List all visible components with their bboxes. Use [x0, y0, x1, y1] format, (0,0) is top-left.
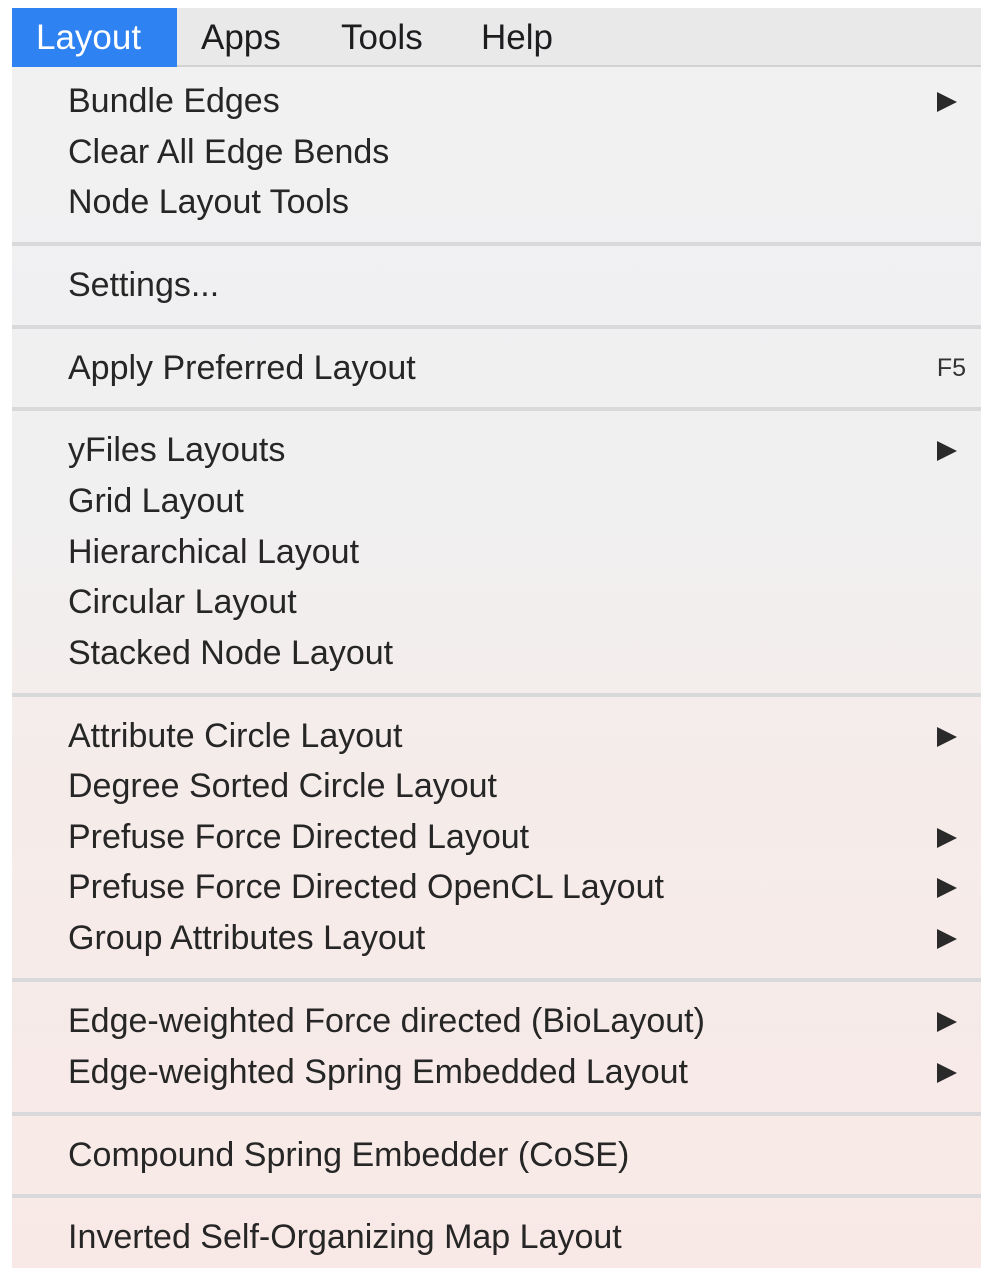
- menu-item-hierarchical-layout[interactable]: Hierarchical Layout: [12, 527, 981, 578]
- menu-item-label: Inverted Self-Organizing Map Layout: [68, 1218, 622, 1256]
- menu-item-label: Settings...: [68, 266, 220, 304]
- menu-item-label: Group Attributes Layout: [68, 919, 426, 957]
- menu-item-prefuse-force-directed-opencl-layout[interactable]: Prefuse Force Directed OpenCL Layout: [12, 862, 981, 913]
- menu-bar: Layout Apps Tools Help: [12, 8, 981, 67]
- submenu-arrow-icon: [937, 929, 957, 949]
- menu-item-label: Compound Spring Embedder (CoSE): [68, 1136, 630, 1174]
- menu-item-inverted-self-organizing-map[interactable]: Inverted Self-Organizing Map Layout: [12, 1212, 981, 1263]
- menu-item-clear-all-edge-bends[interactable]: Clear All Edge Bends: [12, 127, 981, 178]
- submenu-arrow-icon: [937, 878, 957, 898]
- menu-item-attribute-circle-layout[interactable]: Attribute Circle Layout: [12, 711, 981, 762]
- menu-separator: [12, 1194, 981, 1198]
- menu-item-label: Bundle Edges: [68, 82, 280, 120]
- menu-item-prefuse-force-directed-layout[interactable]: Prefuse Force Directed Layout: [12, 812, 981, 863]
- menu-item-label: Attribute Circle Layout: [68, 717, 403, 755]
- menu-item-settings[interactable]: Settings...: [12, 260, 981, 311]
- menu-item-label: Edge-weighted Spring Embedded Layout: [68, 1053, 688, 1091]
- menu-item-label: Hierarchical Layout: [68, 533, 360, 571]
- menu-separator: [12, 242, 981, 246]
- submenu-arrow-icon: [937, 1012, 957, 1032]
- submenu-arrow-icon: [937, 92, 957, 112]
- menu-item-label: Clear All Edge Bends: [68, 133, 390, 171]
- menu-item-label: Degree Sorted Circle Layout: [68, 767, 498, 805]
- submenu-arrow-icon: [937, 1063, 957, 1083]
- menu-item-node-layout-tools[interactable]: Node Layout Tools: [12, 177, 981, 228]
- menu-separator: [12, 1112, 981, 1116]
- menu-separator: [12, 407, 981, 411]
- menubar-apps[interactable]: Apps: [177, 8, 317, 67]
- menu-item-label: Edge-weighted Force directed (BioLayout): [68, 1002, 705, 1040]
- menu-item-label: Prefuse Force Directed OpenCL Layout: [68, 868, 664, 906]
- menu-item-yfiles-layouts[interactable]: yFiles Layouts: [12, 425, 981, 476]
- menu-item-label: Circular Layout: [68, 583, 297, 621]
- menu-item-degree-sorted-circle-layout[interactable]: Degree Sorted Circle Layout: [12, 761, 981, 812]
- submenu-arrow-icon: [937, 441, 957, 461]
- menu-separator: [12, 693, 981, 697]
- menu-separator: [12, 978, 981, 982]
- menu-item-edge-weighted-force-directed[interactable]: Edge-weighted Force directed (BioLayout): [12, 996, 981, 1047]
- menu-item-circular-layout[interactable]: Circular Layout: [12, 577, 981, 628]
- menu-item-label: Stacked Node Layout: [68, 634, 394, 672]
- menu-item-bundle-edges[interactable]: Bundle Edges: [12, 76, 981, 127]
- menu-item-edge-weighted-spring-embedded[interactable]: Edge-weighted Spring Embedded Layout: [12, 1047, 981, 1098]
- submenu-arrow-icon: [937, 828, 957, 848]
- menu-item-label: Apply Preferred Layout: [68, 349, 416, 387]
- menu-item-label: yFiles Layouts: [68, 431, 286, 469]
- menu-item-label: Node Layout Tools: [68, 183, 350, 221]
- menu-item-stacked-node-layout[interactable]: Stacked Node Layout: [12, 628, 981, 679]
- menu-item-compound-spring-embedder[interactable]: Compound Spring Embedder (CoSE): [12, 1130, 981, 1181]
- menu-item-label: Grid Layout: [68, 482, 244, 520]
- menubar-help[interactable]: Help: [457, 8, 597, 67]
- menubar-layout[interactable]: Layout: [12, 8, 177, 67]
- menu-item-apply-preferred-layout[interactable]: Apply Preferred Layout F5: [12, 343, 981, 394]
- shortcut-label: F5: [936, 354, 966, 382]
- menu-item-group-attributes-layout[interactable]: Group Attributes Layout: [12, 913, 981, 964]
- menu-separator: [12, 325, 981, 329]
- menu-item-grid-layout[interactable]: Grid Layout: [12, 476, 981, 527]
- submenu-arrow-icon: [937, 727, 957, 747]
- menubar-tools[interactable]: Tools: [317, 8, 457, 67]
- menu-item-label: Prefuse Force Directed Layout: [68, 818, 530, 856]
- layout-dropdown-menu: Bundle Edges Clear All Edge Bends Node L…: [12, 67, 981, 1268]
